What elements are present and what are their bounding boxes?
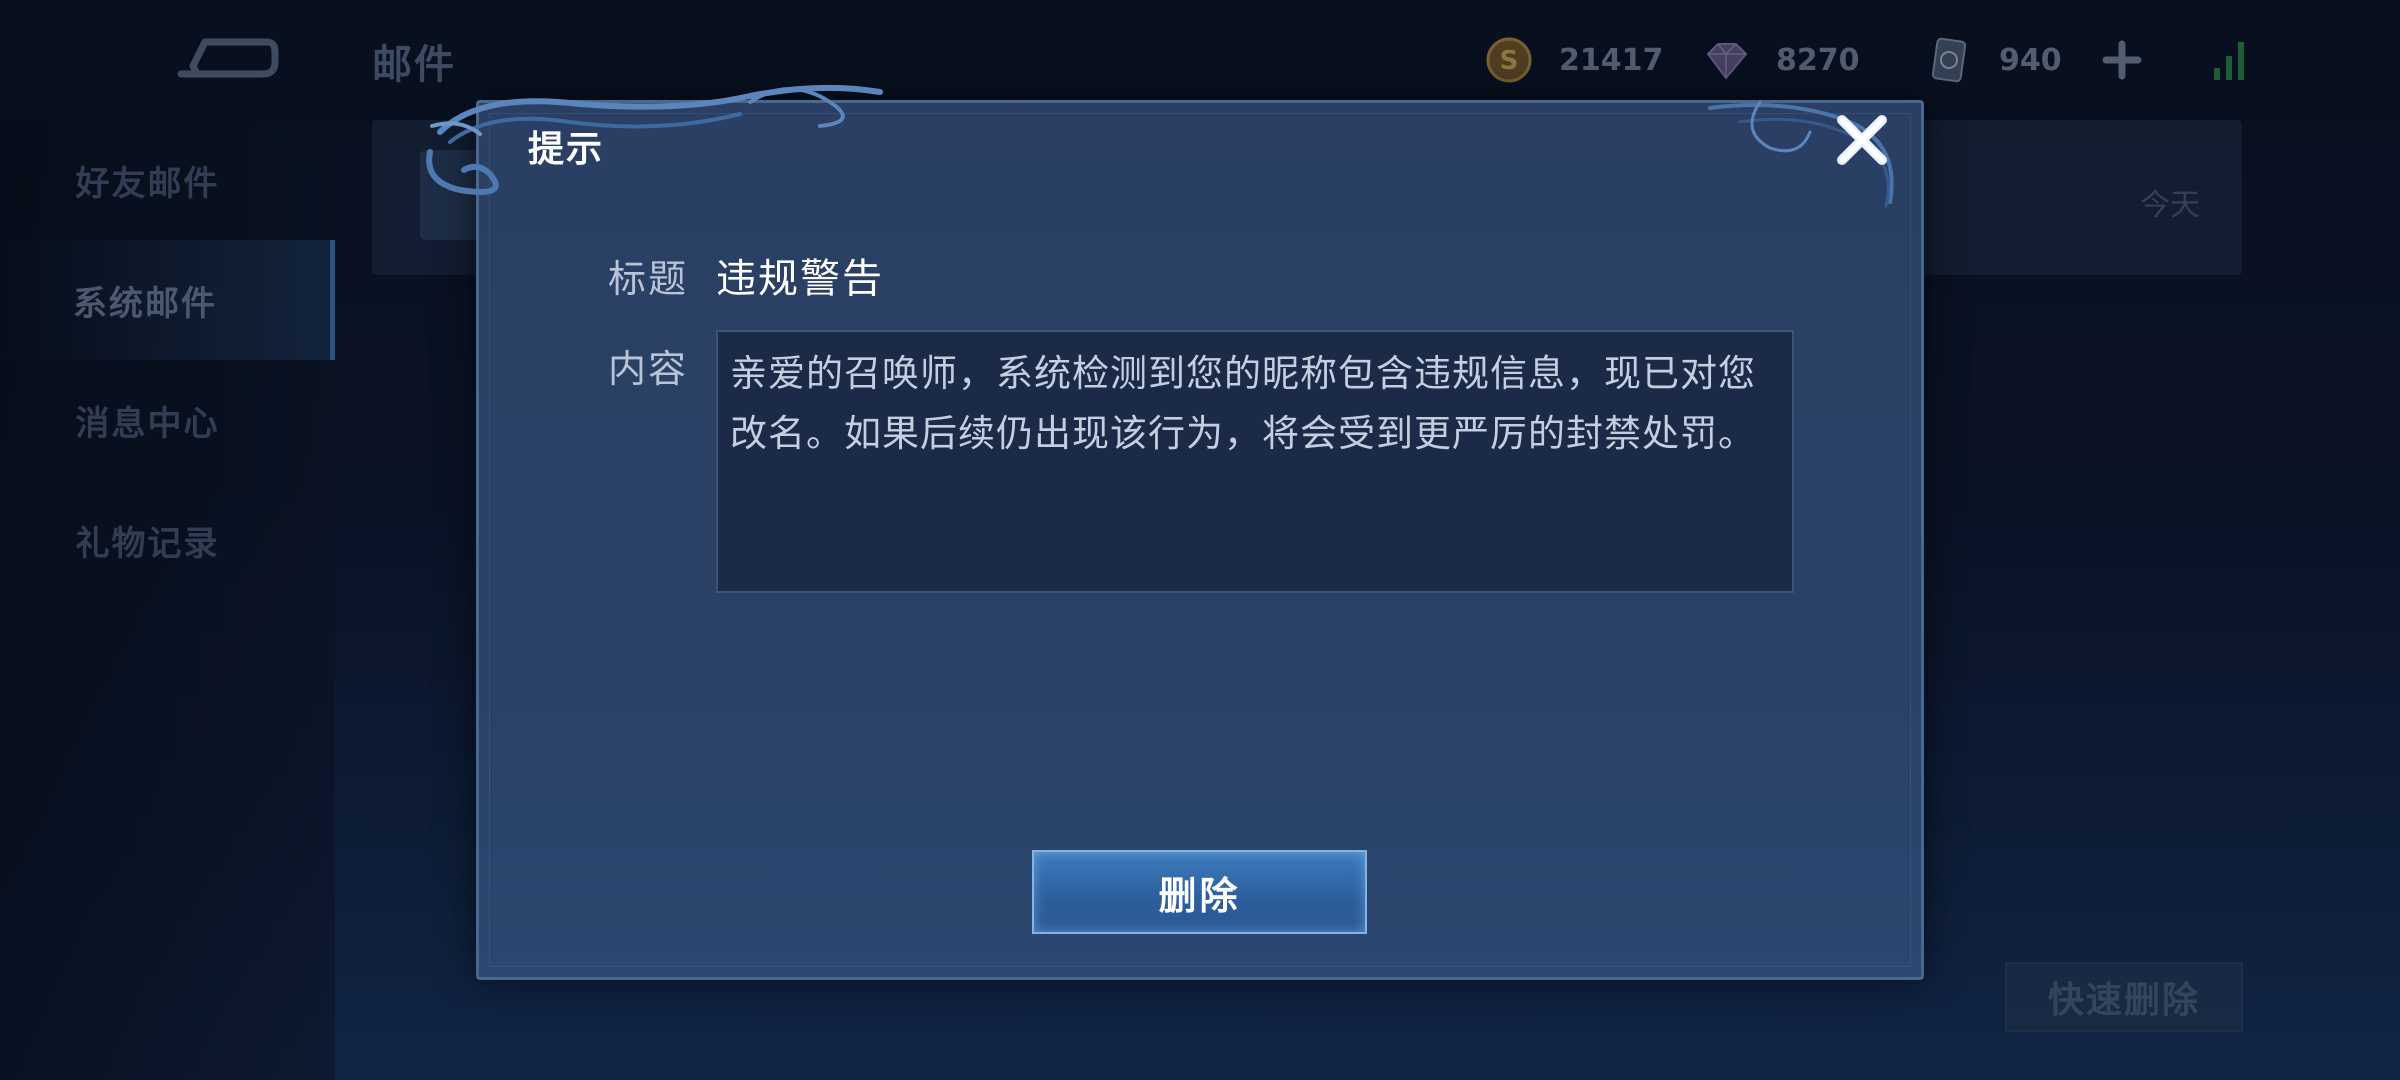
dialog-title: 提示 bbox=[528, 129, 605, 170]
decorative-swirl-corner-icon bbox=[1708, 100, 1894, 208]
subject-value: 违规警告 bbox=[716, 256, 884, 302]
subject-label: 标题 bbox=[608, 257, 689, 301]
decorative-swirl-icon bbox=[426, 84, 883, 195]
content-line: 亲爱的召唤师，系统检测到您的昵称包含违规信息，现已对您 bbox=[730, 352, 1756, 395]
content-line: 改名。如果后续仍出现该行为，将会受到更严厉的封禁处罚。 bbox=[730, 412, 1756, 455]
content-text-box[interactable]: 亲爱的召唤师，系统检测到您的昵称包含违规信息，现已对您 改名。如果后续仍出现该行… bbox=[716, 330, 1794, 593]
delete-button[interactable]: 删除 bbox=[1032, 850, 1367, 934]
content-label: 内容 bbox=[608, 347, 689, 391]
close-icon[interactable] bbox=[1832, 110, 1892, 170]
